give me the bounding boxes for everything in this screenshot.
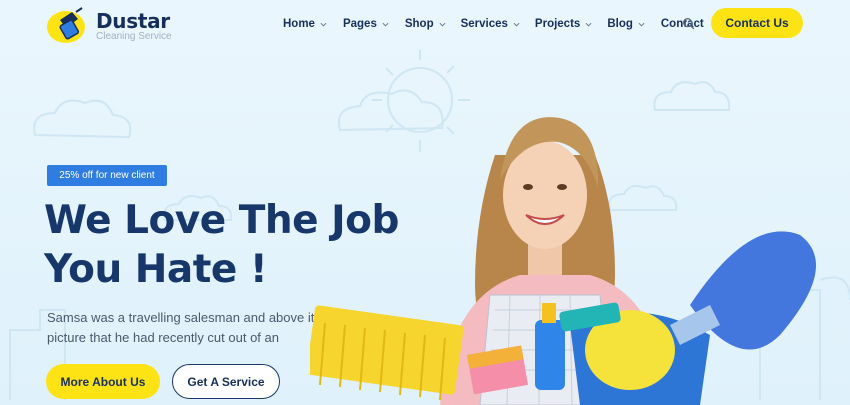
chevron-down-icon (382, 22, 389, 27)
nav-item-blog[interactable]: Blog (607, 16, 645, 32)
nav-item-label: Home (283, 18, 315, 30)
nav-item-label: Blog (607, 18, 633, 30)
site-header: Dustar Cleaning Service Home Pages Shop … (0, 0, 850, 46)
nav-item-projects[interactable]: Projects (535, 16, 592, 32)
nav-item-label: Projects (534, 18, 581, 30)
contact-us-button[interactable]: Contact Us (711, 8, 803, 38)
more-about-us-button[interactable]: More About Us (46, 364, 160, 399)
hero-cleaner-photo (310, 117, 816, 405)
brand-name: Dustar (96, 9, 170, 33)
nav-item-pages[interactable]: Pages (343, 16, 389, 32)
brand-logo[interactable]: Dustar Cleaning Service (46, 6, 186, 44)
page: Dustar Cleaning Service Home Pages Shop … (0, 0, 850, 405)
spray-bottle-logo-icon (47, 7, 85, 43)
get-a-service-button[interactable]: Get A Service (172, 364, 280, 399)
chevron-down-icon (638, 22, 645, 27)
chevron-down-icon (439, 22, 446, 27)
nav-item-label: Services (460, 18, 508, 30)
promo-badge: 25% off for new client (47, 165, 167, 186)
nav-item-label: Pages (342, 18, 377, 30)
chevron-down-icon (513, 22, 520, 27)
chevron-down-icon (320, 22, 327, 27)
nav-item-label: Shop (404, 18, 434, 30)
nav-item-home[interactable]: Home (283, 16, 327, 32)
chevron-down-icon (585, 22, 592, 27)
brand-tagline: Cleaning Service (96, 31, 172, 42)
main-nav: Home Pages Shop Services Projects Blog C… (283, 16, 704, 32)
search-icon[interactable] (682, 17, 695, 30)
nav-item-shop[interactable]: Shop (405, 16, 446, 32)
nav-item-services[interactable]: Services (461, 16, 520, 32)
